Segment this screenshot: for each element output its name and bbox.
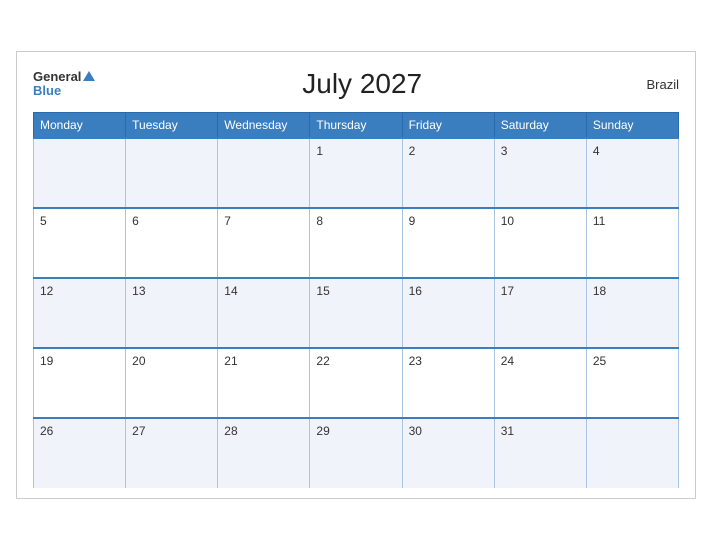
calendar-day-cell: 1 bbox=[310, 138, 402, 208]
calendar-day-cell: 31 bbox=[494, 418, 586, 488]
calendar-day-cell: 10 bbox=[494, 208, 586, 278]
calendar-day-cell: 13 bbox=[126, 278, 218, 348]
day-number: 27 bbox=[132, 424, 145, 438]
day-number: 8 bbox=[316, 214, 323, 228]
calendar-day-cell: 9 bbox=[402, 208, 494, 278]
calendar-day-cell: 12 bbox=[34, 278, 126, 348]
day-number: 10 bbox=[501, 214, 514, 228]
day-number: 14 bbox=[224, 284, 237, 298]
day-number: 2 bbox=[409, 144, 416, 158]
day-number: 31 bbox=[501, 424, 514, 438]
day-number: 19 bbox=[40, 354, 53, 368]
day-number: 3 bbox=[501, 144, 508, 158]
calendar-day-cell bbox=[218, 138, 310, 208]
day-number: 15 bbox=[316, 284, 329, 298]
calendar-day-cell: 26 bbox=[34, 418, 126, 488]
weekday-tuesday: Tuesday bbox=[126, 113, 218, 139]
calendar-day-cell: 28 bbox=[218, 418, 310, 488]
calendar-day-cell: 18 bbox=[586, 278, 678, 348]
calendar-day-cell: 4 bbox=[586, 138, 678, 208]
calendar-day-cell: 27 bbox=[126, 418, 218, 488]
weekday-friday: Friday bbox=[402, 113, 494, 139]
calendar-day-cell: 22 bbox=[310, 348, 402, 418]
day-number: 16 bbox=[409, 284, 422, 298]
calendar-day-cell: 15 bbox=[310, 278, 402, 348]
day-number: 11 bbox=[593, 214, 605, 228]
day-number: 18 bbox=[593, 284, 606, 298]
day-number: 7 bbox=[224, 214, 231, 228]
calendar-day-cell: 6 bbox=[126, 208, 218, 278]
day-number: 20 bbox=[132, 354, 145, 368]
logo-general-text: General bbox=[33, 70, 95, 84]
day-number: 12 bbox=[40, 284, 53, 298]
weekday-saturday: Saturday bbox=[494, 113, 586, 139]
calendar-week-row: 19 20 21 22 23 24 25 bbox=[34, 348, 679, 418]
calendar-week-row: 5 6 7 8 9 10 11 bbox=[34, 208, 679, 278]
logo-triangle-icon bbox=[83, 71, 95, 81]
calendar-day-cell bbox=[126, 138, 218, 208]
calendar-header: General Blue July 2027 Brazil bbox=[33, 68, 679, 100]
weekday-header-row: Monday Tuesday Wednesday Thursday Friday… bbox=[34, 113, 679, 139]
calendar-day-cell: 19 bbox=[34, 348, 126, 418]
weekday-monday: Monday bbox=[34, 113, 126, 139]
calendar-day-cell: 25 bbox=[586, 348, 678, 418]
calendar-day-cell: 11 bbox=[586, 208, 678, 278]
day-number: 13 bbox=[132, 284, 145, 298]
calendar-table: Monday Tuesday Wednesday Thursday Friday… bbox=[33, 112, 679, 488]
day-number: 29 bbox=[316, 424, 329, 438]
calendar-day-cell: 7 bbox=[218, 208, 310, 278]
weekday-wednesday: Wednesday bbox=[218, 113, 310, 139]
calendar-day-cell: 29 bbox=[310, 418, 402, 488]
calendar-day-cell: 8 bbox=[310, 208, 402, 278]
calendar-week-row: 1 2 3 4 bbox=[34, 138, 679, 208]
calendar-day-cell bbox=[586, 418, 678, 488]
logo: General Blue bbox=[33, 70, 95, 99]
day-number: 30 bbox=[409, 424, 422, 438]
calendar-day-cell: 3 bbox=[494, 138, 586, 208]
day-number: 6 bbox=[132, 214, 139, 228]
calendar-day-cell: 17 bbox=[494, 278, 586, 348]
calendar-day-cell: 30 bbox=[402, 418, 494, 488]
day-number: 1 bbox=[316, 144, 323, 158]
day-number: 26 bbox=[40, 424, 53, 438]
calendar-day-cell: 23 bbox=[402, 348, 494, 418]
logo-blue-text: Blue bbox=[33, 84, 61, 98]
weekday-thursday: Thursday bbox=[310, 113, 402, 139]
day-number: 28 bbox=[224, 424, 237, 438]
weekday-sunday: Sunday bbox=[586, 113, 678, 139]
calendar-day-cell bbox=[34, 138, 126, 208]
day-number: 24 bbox=[501, 354, 514, 368]
day-number: 23 bbox=[409, 354, 422, 368]
month-title: July 2027 bbox=[95, 68, 629, 100]
day-number: 9 bbox=[409, 214, 416, 228]
calendar-day-cell: 21 bbox=[218, 348, 310, 418]
day-number: 5 bbox=[40, 214, 47, 228]
calendar-day-cell: 2 bbox=[402, 138, 494, 208]
calendar-container: General Blue July 2027 Brazil Monday Tue… bbox=[16, 51, 696, 499]
day-number: 17 bbox=[501, 284, 514, 298]
day-number: 25 bbox=[593, 354, 606, 368]
calendar-week-row: 12 13 14 15 16 17 18 bbox=[34, 278, 679, 348]
calendar-day-cell: 20 bbox=[126, 348, 218, 418]
day-number: 22 bbox=[316, 354, 329, 368]
calendar-day-cell: 14 bbox=[218, 278, 310, 348]
calendar-day-cell: 24 bbox=[494, 348, 586, 418]
calendar-day-cell: 16 bbox=[402, 278, 494, 348]
country-label: Brazil bbox=[629, 77, 679, 92]
day-number: 21 bbox=[224, 354, 237, 368]
day-number: 4 bbox=[593, 144, 600, 158]
calendar-day-cell: 5 bbox=[34, 208, 126, 278]
calendar-week-row: 26 27 28 29 30 31 bbox=[34, 418, 679, 488]
